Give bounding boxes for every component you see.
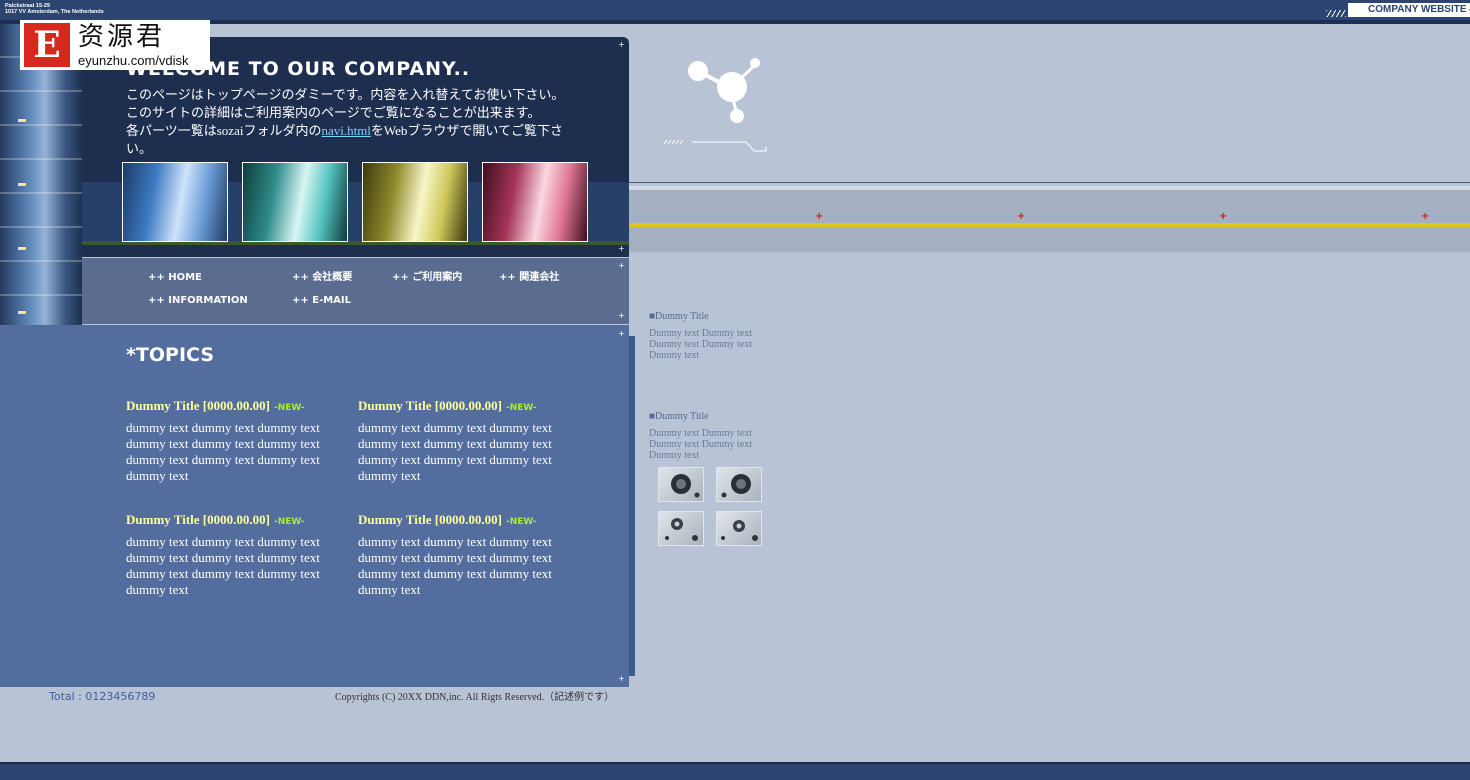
building-photo-yellow[interactable]	[362, 162, 468, 242]
plus-marker: +	[1219, 211, 1228, 222]
lamp-light	[18, 311, 26, 314]
control-switch-image	[716, 511, 762, 546]
right-divider	[629, 182, 1470, 183]
welcome-line-3-before: 各パーツ一覧はsozaiフォルダ内の	[126, 123, 322, 138]
welcome-line-1: このページはトップページのダミーです。内容を入れ替えてお使い下さい。	[126, 87, 565, 102]
topics-heading: *TOPICS	[126, 344, 215, 366]
welcome-line-3: 各パーツ一覧はsozaiフォルダ内のnavi.htmlをWebブラウザで開いてご…	[126, 122, 576, 158]
decorative-band	[629, 190, 1470, 252]
new-badge: -NEW-	[505, 403, 537, 413]
topic-title[interactable]: Dummy Title [0000.00.00] -NEW-	[126, 398, 305, 414]
plus-icon: +	[618, 244, 625, 253]
plus-icon: +	[618, 311, 625, 320]
lamp-light	[18, 247, 26, 250]
nav-guide[interactable]: ++ ご利用案内	[392, 272, 462, 284]
plus-icon: +	[618, 40, 625, 49]
lamp-light	[18, 119, 26, 122]
plus-icon: +	[618, 674, 625, 683]
nav-home[interactable]: ++ HOME	[148, 272, 202, 284]
lamp-light	[18, 183, 26, 186]
navi-link[interactable]: navi.html	[321, 123, 370, 138]
topic-title[interactable]: Dummy Title [0000.00.00] -NEW-	[126, 512, 305, 528]
welcome-line-2: このサイトの詳細はご利用案内のページでご覧になることが出来ます。	[126, 105, 541, 120]
control-knob-image	[716, 467, 762, 502]
new-badge: -NEW-	[505, 517, 537, 527]
topic-title-text[interactable]: Dummy Title [0000.00.00]	[126, 398, 270, 413]
topic-title[interactable]: Dummy Title [0000.00.00] -NEW-	[358, 512, 537, 528]
topics-panel	[0, 325, 629, 687]
nav-information[interactable]: ++ INFORMATION	[148, 295, 248, 307]
control-switch-image	[658, 511, 704, 546]
company-address: Palckstraat 15-29 1017 VV Amsterdam, The…	[5, 3, 104, 15]
line-decoration	[664, 139, 767, 152]
total-counter: Total : 0123456789	[49, 690, 156, 703]
new-badge: -NEW-	[273, 517, 305, 527]
side-text-1: Dummy text Dummy text Dummy text Dummy t…	[649, 328, 753, 361]
site-tag: COMPANY WEBSITE 47	[1348, 3, 1470, 17]
topic-body: dummy text dummy text dummy text dummy t…	[126, 534, 320, 597]
side-text-2: Dummy text Dummy text Dummy text Dummy t…	[649, 428, 753, 461]
plus-marker: +	[815, 211, 824, 222]
plus-marker: +	[1017, 211, 1026, 222]
side-title-2: ■Dummy Title	[649, 411, 709, 422]
welcome-text: このページはトップページのダミーです。内容を入れ替えてお使い下さい。 このサイト…	[126, 86, 576, 158]
topic-title-text[interactable]: Dummy Title [0000.00.00]	[126, 512, 270, 527]
header-underline	[0, 20, 1470, 24]
topic-title[interactable]: Dummy Title [0000.00.00] -NEW-	[358, 398, 537, 414]
plus-marker: +	[1421, 211, 1430, 222]
footer-bar	[0, 762, 1470, 780]
topic-body: dummy text dummy text dummy text dummy t…	[126, 420, 320, 483]
yellow-rule	[629, 223, 1470, 227]
topics-panel-edge	[629, 336, 635, 676]
logo-letter: E	[24, 23, 70, 67]
address-line-2: 1017 VV Amsterdam, The Netherlands	[5, 9, 104, 15]
nav-company-profile[interactable]: ++ 会社概要	[292, 272, 352, 284]
nav-related-companies[interactable]: ++ 関連会社	[499, 272, 559, 284]
side-title-1: ■Dummy Title	[649, 311, 709, 322]
logo-chinese-text: 资源君	[78, 22, 166, 52]
plus-icon: +	[618, 261, 625, 270]
logo-url: eyunzhu.com/vdisk	[78, 53, 189, 68]
building-photo-cyan[interactable]	[242, 162, 348, 242]
control-knob-image	[658, 467, 704, 502]
new-badge: -NEW-	[273, 403, 305, 413]
copyright: Copyrights (C) 20XX DDN,inc. All Rigts R…	[335, 692, 615, 703]
header-bar	[0, 0, 1470, 20]
topic-title-text[interactable]: Dummy Title [0000.00.00]	[358, 512, 502, 527]
plus-icon: +	[618, 329, 625, 338]
topic-body: dummy text dummy text dummy text dummy t…	[358, 420, 552, 483]
molecule-icon	[688, 58, 760, 123]
nav-panel	[82, 258, 629, 324]
building-photo-blue[interactable]	[122, 162, 228, 242]
topic-title-text[interactable]: Dummy Title [0000.00.00]	[358, 398, 502, 413]
nav-email[interactable]: ++ E-MAIL	[292, 295, 351, 307]
slash-decoration	[1326, 10, 1346, 17]
topic-body: dummy text dummy text dummy text dummy t…	[358, 534, 552, 597]
building-photo-pink[interactable]	[482, 162, 588, 242]
